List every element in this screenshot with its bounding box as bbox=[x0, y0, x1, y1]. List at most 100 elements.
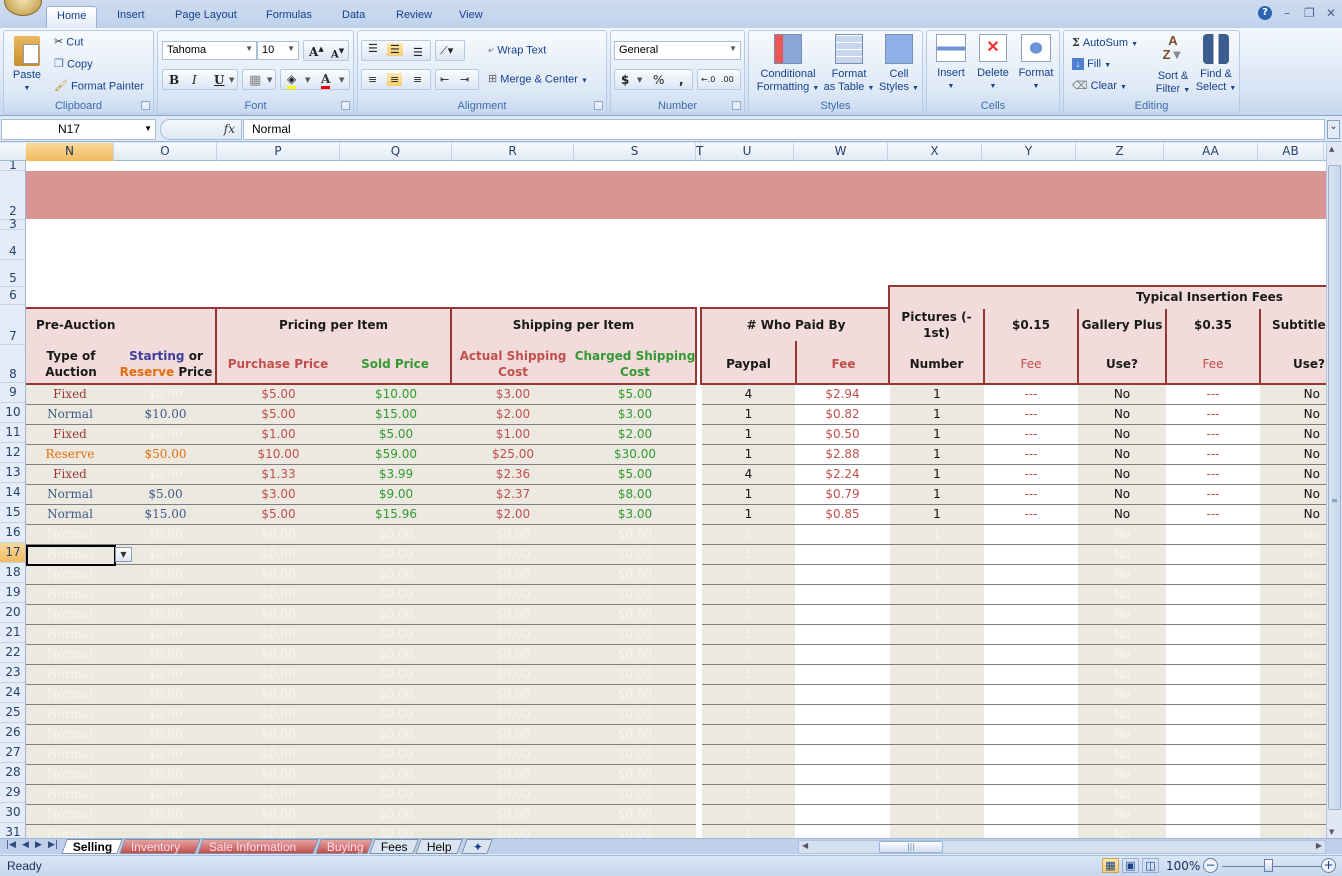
column-header-aa[interactable]: AA bbox=[1164, 143, 1258, 161]
font-size-select[interactable]: 10 ▼ bbox=[257, 41, 299, 60]
fill-color-icon[interactable]: ◈ bbox=[287, 73, 297, 89]
row-header-22[interactable]: 22 bbox=[0, 643, 25, 663]
cell-paypal[interactable]: 1 bbox=[702, 665, 795, 684]
align-right-icon[interactable]: ≡ bbox=[413, 73, 422, 86]
row-header-14[interactable]: 14 bbox=[0, 483, 25, 503]
cell-subtitle[interactable]: No bbox=[1260, 545, 1326, 564]
cell-fee[interactable]: $0.82 bbox=[795, 405, 890, 424]
cell-subtitle[interactable]: No bbox=[1260, 765, 1326, 784]
cell-sold[interactable]: $15.00 bbox=[340, 405, 452, 424]
cell-gallery[interactable]: No bbox=[1078, 485, 1166, 504]
cell-fee[interactable] bbox=[795, 765, 890, 784]
cell-charged[interactable]: $0.00 bbox=[574, 705, 696, 724]
cell-purchase[interactable]: $0.00 bbox=[217, 785, 340, 804]
cell-subtitle[interactable]: No bbox=[1260, 605, 1326, 624]
cell-start[interactable]: $0.00 bbox=[114, 645, 217, 664]
cell-paypal[interactable]: 1 bbox=[702, 445, 795, 464]
row-header-19[interactable]: 19 bbox=[0, 583, 25, 603]
restore-icon[interactable]: ❐ bbox=[1304, 6, 1315, 20]
cell-actual[interactable]: $0.00 bbox=[452, 605, 574, 624]
cell-pic_fee[interactable] bbox=[984, 705, 1078, 724]
next-sheet-icon[interactable]: ▶ bbox=[35, 840, 42, 850]
cell-gal_fee[interactable] bbox=[1166, 765, 1260, 784]
cell-subtitle[interactable]: No bbox=[1260, 705, 1326, 724]
cell-purchase[interactable]: $5.00 bbox=[217, 405, 340, 424]
cell-gal_fee[interactable] bbox=[1166, 785, 1260, 804]
cell-charged[interactable]: $0.00 bbox=[574, 825, 696, 838]
cell-pictures[interactable]: 1 bbox=[890, 825, 984, 838]
row-header-1[interactable]: 1 bbox=[0, 161, 25, 171]
cell-pic_fee[interactable] bbox=[984, 825, 1078, 838]
cell-start[interactable]: $0.00 bbox=[114, 525, 217, 544]
align-left-icon[interactable]: ≡ bbox=[368, 73, 377, 86]
cell-start[interactable]: $0.00 bbox=[114, 805, 217, 824]
cell-purchase[interactable]: $1.33 bbox=[217, 465, 340, 484]
cell-gal_fee[interactable] bbox=[1166, 705, 1260, 724]
page-layout-view-icon[interactable]: ▣ bbox=[1122, 858, 1139, 873]
cell-pic_fee[interactable] bbox=[984, 685, 1078, 704]
sheet-tab-inventory[interactable]: Inventory bbox=[119, 839, 201, 854]
cell-paypal[interactable]: 4 bbox=[702, 465, 795, 484]
cell-styles-button[interactable]: Cell Styles ▼ bbox=[877, 34, 921, 95]
cell-subtitle[interactable]: No bbox=[1260, 385, 1326, 404]
cell-actual[interactable]: $0.00 bbox=[452, 745, 574, 764]
cell-type[interactable]: Normal bbox=[26, 625, 114, 644]
percent-button[interactable]: % bbox=[653, 73, 664, 87]
cell-sold[interactable]: $0.00 bbox=[340, 805, 452, 824]
column-header-y[interactable]: Y bbox=[982, 143, 1076, 161]
cell-paypal[interactable]: 1 bbox=[702, 545, 795, 564]
borders-button[interactable]: ▦ ▼ bbox=[242, 69, 276, 90]
cell-charged[interactable]: $3.00 bbox=[574, 405, 696, 424]
cell-sold[interactable]: $0.00 bbox=[340, 645, 452, 664]
cell-pictures[interactable]: 1 bbox=[890, 485, 984, 504]
cell-actual[interactable]: $2.00 bbox=[452, 505, 574, 524]
cell-charged[interactable]: $0.00 bbox=[574, 785, 696, 804]
sheet-tab-sale-information[interactable]: Sale Information bbox=[197, 839, 319, 854]
row-header-31[interactable]: 31 bbox=[0, 823, 25, 838]
formula-input[interactable]: Normal bbox=[243, 119, 1325, 140]
last-sheet-icon[interactable]: ▶| bbox=[48, 840, 58, 850]
row-header-3[interactable]: 3 bbox=[0, 218, 25, 230]
sheet-tab-buying[interactable]: Buying bbox=[315, 839, 373, 854]
cell-charged[interactable]: $0.00 bbox=[574, 805, 696, 824]
cell-charged[interactable]: $0.00 bbox=[574, 725, 696, 744]
row-header-9[interactable]: 9 bbox=[0, 383, 25, 403]
cell-sold[interactable]: $0.00 bbox=[340, 745, 452, 764]
cell-subtitle[interactable]: No bbox=[1260, 485, 1326, 504]
column-header-p[interactable]: P bbox=[217, 143, 340, 161]
dropdown-arrow-icon[interactable]: ▼ bbox=[229, 76, 234, 84]
row-header-11[interactable]: 11 bbox=[0, 423, 25, 443]
cell-pic_fee[interactable]: --- bbox=[984, 405, 1078, 424]
cell-start[interactable]: $0.00 bbox=[114, 565, 217, 584]
cell-fee[interactable] bbox=[795, 705, 890, 724]
cell-gallery[interactable]: No bbox=[1078, 805, 1166, 824]
cell-charged[interactable]: $0.00 bbox=[574, 745, 696, 764]
cell-fee[interactable] bbox=[795, 565, 890, 584]
cell-gallery[interactable]: No bbox=[1078, 785, 1166, 804]
number-launcher-icon[interactable] bbox=[732, 101, 741, 110]
cell-fee[interactable] bbox=[795, 665, 890, 684]
increase-decimal-icon[interactable]: ←.0 bbox=[701, 75, 715, 84]
cell-gallery[interactable]: No bbox=[1078, 825, 1166, 838]
cell-charged[interactable]: $5.00 bbox=[574, 465, 696, 484]
cell-charged[interactable]: $2.00 bbox=[574, 425, 696, 444]
cell-purchase[interactable]: $0.00 bbox=[217, 765, 340, 784]
merge-center-button[interactable]: ⊞ Merge & Center ▼ bbox=[488, 73, 588, 87]
row-header-16[interactable]: 16 bbox=[0, 523, 25, 543]
cell-pic_fee[interactable]: --- bbox=[984, 425, 1078, 444]
cell-subtitle[interactable]: No bbox=[1260, 505, 1326, 524]
cell-subtitle[interactable]: No bbox=[1260, 445, 1326, 464]
increase-indent-icon[interactable]: ⇥ bbox=[460, 73, 469, 86]
cell-type[interactable]: Reserve bbox=[26, 445, 114, 464]
cell-start[interactable]: $0.00 bbox=[114, 705, 217, 724]
cell-type[interactable]: Normal bbox=[26, 765, 114, 784]
expand-formula-bar-icon[interactable]: ⌄ bbox=[1327, 120, 1340, 139]
row-header-2[interactable]: 2 bbox=[0, 171, 25, 220]
cell-gal_fee[interactable] bbox=[1166, 605, 1260, 624]
column-header-s[interactable]: S bbox=[574, 143, 696, 161]
cell-charged[interactable]: $3.00 bbox=[574, 505, 696, 524]
cell-sold[interactable]: $0.00 bbox=[340, 665, 452, 684]
cell-sold[interactable]: $0.00 bbox=[340, 725, 452, 744]
insert-function-button[interactable]: fx bbox=[160, 119, 242, 140]
horizontal-scrollbar[interactable]: ◀ ||| ▶ bbox=[798, 840, 1326, 854]
